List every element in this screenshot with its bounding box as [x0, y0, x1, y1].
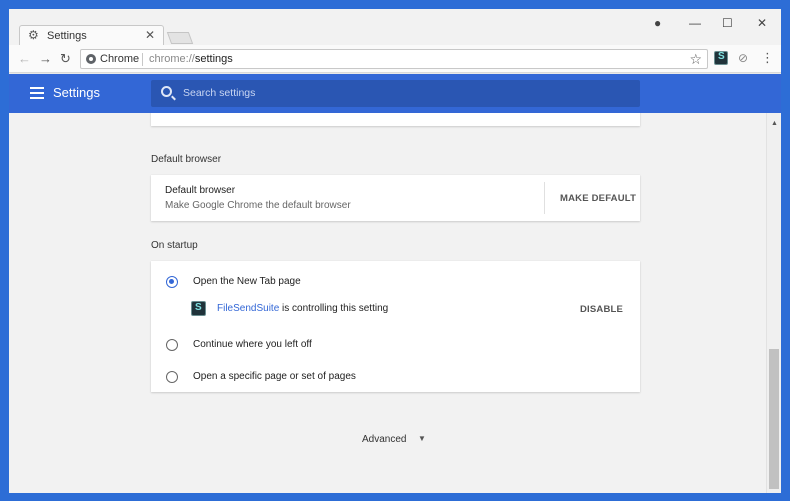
search-settings-input[interactable]: Search settings — [151, 80, 640, 107]
search-icon — [161, 86, 172, 97]
divider — [142, 53, 143, 66]
settings-header: Settings Search settings — [9, 74, 781, 113]
radio-button-checked[interactable] — [166, 276, 178, 288]
page-chip-label: Chrome — [100, 53, 140, 65]
scrollbar[interactable]: ▲ — [766, 113, 781, 493]
default-browser-subtitle: Make Google Chrome the default browser — [165, 200, 351, 211]
section-label-on-startup: On startup — [151, 240, 198, 251]
startup-option-new-tab[interactable]: Open the New Tab page — [151, 273, 640, 293]
maximize-button[interactable]: ☐ — [722, 17, 733, 29]
tab-close-icon[interactable]: ✕ — [145, 28, 155, 42]
tab-settings[interactable]: ⚙ Settings ✕ — [19, 25, 164, 45]
tab-strip: ⚙ Settings ✕ ● — ☐ ✕ — [9, 9, 781, 45]
scrollbar-thumb[interactable] — [769, 349, 779, 489]
address-bar[interactable]: Chrome chrome://settings ☆ — [80, 49, 708, 69]
disable-extension-button[interactable]: DISABLE — [580, 304, 623, 315]
controlled-by-text: FileSendSuite is controlling this settin… — [217, 303, 389, 314]
reload-button[interactable]: ↻ — [60, 52, 71, 66]
extension-link[interactable]: FileSendSuite — [217, 303, 279, 314]
radio-button[interactable] — [166, 371, 178, 383]
browser-toolbar: ← → ↻ Chrome chrome://settings ☆ — [9, 45, 781, 73]
url-text[interactable]: chrome://settings — [149, 53, 233, 65]
startup-option-label: Continue where you left off — [193, 339, 312, 350]
profile-icon[interactable]: ● — [654, 17, 661, 29]
close-window-button[interactable]: ✕ — [757, 17, 767, 29]
startup-option-specific-pages[interactable]: Open a specific page or set of pages — [151, 368, 640, 388]
on-startup-card: Open the New Tab page FileSendSuite is c… — [151, 261, 640, 392]
make-default-button[interactable]: MAKE DEFAULT — [560, 193, 636, 204]
chevron-down-icon[interactable]: ▼ — [418, 434, 426, 443]
gear-icon: ⚙ — [28, 28, 39, 42]
default-browser-title: Default browser — [165, 185, 236, 196]
radio-button[interactable] — [166, 339, 178, 351]
startup-option-continue[interactable]: Continue where you left off — [151, 336, 640, 356]
scroll-up-arrow-icon[interactable]: ▲ — [771, 120, 778, 127]
browser-window: ⚙ Settings ✕ ● — ☐ ✕ ← → ↻ Chrome chrome… — [9, 9, 781, 493]
page-title: Settings — [53, 85, 100, 100]
extension-control-notice: FileSendSuite is controlling this settin… — [151, 299, 640, 319]
startup-option-label: Open a specific page or set of pages — [193, 371, 356, 382]
settings-content: Default browser Default browser Make Goo… — [9, 113, 766, 493]
minimize-button[interactable]: — — [689, 17, 701, 29]
new-tab-button[interactable] — [166, 32, 194, 44]
chrome-menu-icon[interactable]: ⋮ — [761, 51, 774, 65]
filesendsuite-extension-icon[interactable] — [714, 51, 728, 65]
previous-section-card — [151, 113, 640, 126]
tab-title: Settings — [47, 30, 87, 42]
advanced-toggle[interactable]: Advanced — [362, 434, 406, 445]
bookmark-star-icon[interactable]: ☆ — [689, 51, 702, 68]
default-browser-card: Default browser Make Google Chrome the d… — [151, 175, 640, 221]
chrome-page-icon — [86, 54, 96, 64]
forward-button[interactable]: → — [39, 52, 52, 66]
hamburger-icon[interactable] — [30, 87, 44, 99]
link-extension-icon[interactable]: ⊘ — [736, 51, 750, 65]
startup-option-label: Open the New Tab page — [193, 276, 301, 287]
divider — [544, 182, 545, 214]
section-label-default-browser: Default browser — [151, 154, 222, 165]
back-button[interactable]: ← — [18, 52, 31, 66]
filesendsuite-icon — [191, 301, 206, 316]
search-placeholder: Search settings — [183, 87, 256, 99]
